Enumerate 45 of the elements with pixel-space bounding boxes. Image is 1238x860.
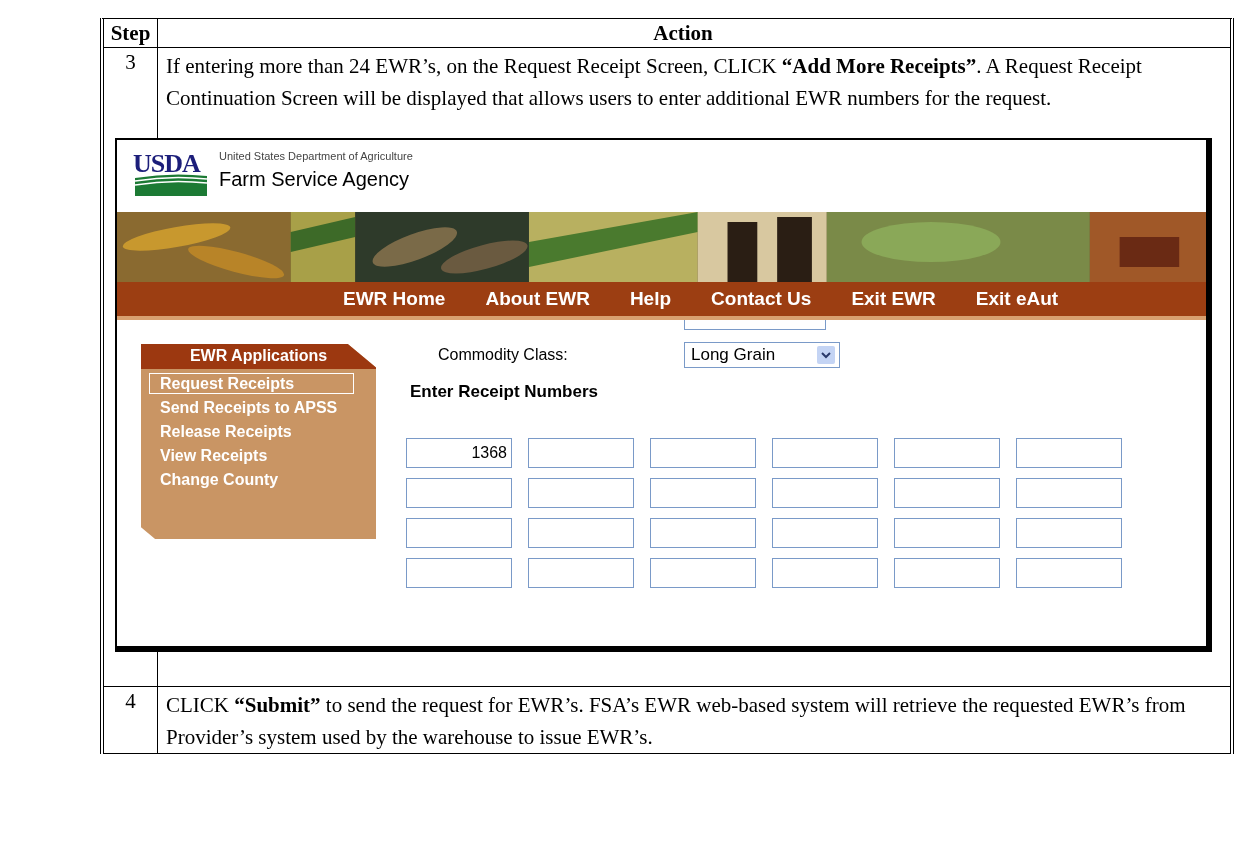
- receipt-number-field[interactable]: [406, 518, 512, 548]
- receipt-number-field[interactable]: [528, 518, 634, 548]
- usda-logo-icon: [133, 174, 209, 196]
- receipt-number-field[interactable]: [1016, 518, 1122, 548]
- agency-name: Farm Service Agency: [219, 168, 411, 191]
- receipt-number-field[interactable]: [650, 558, 756, 588]
- receipt-number-field[interactable]: [650, 478, 756, 508]
- receipt-number-field[interactable]: [894, 438, 1000, 468]
- instruction-text: If entering more than 24 EWR’s, on the Request Receipt Screen, CLICK “Add More Receipts”. A Request Receipt Continuation Screen will be displayed that allows users to enter additional EWR numbers for the request.: [166, 53, 1143, 112]
- step-number: 3: [125, 50, 136, 74]
- receipt-number-field[interactable]: [528, 438, 634, 468]
- receipt-number-field[interactable]: [650, 438, 756, 468]
- receipt-number-field[interactable]: [894, 478, 1000, 508]
- field-label: Commodity Class:: [437, 346, 569, 364]
- commodity-class-dropdown[interactable]: Long Grain: [684, 342, 840, 368]
- receipt-number-field[interactable]: 1368: [406, 438, 512, 468]
- column-header: Step: [110, 21, 151, 45]
- receipt-number-field[interactable]: [528, 478, 634, 508]
- receipt-number-field[interactable]: [1016, 438, 1122, 468]
- nav-link[interactable]: Exit EWR: [851, 288, 936, 310]
- receipt-number-field[interactable]: [894, 558, 1000, 588]
- receipt-number-field[interactable]: [772, 438, 878, 468]
- sidebar-title: EWR Applications: [141, 344, 376, 369]
- department-name: United States Department of Agriculture: [219, 150, 413, 162]
- column-header: Action: [653, 21, 713, 45]
- logo-text: USDA: [133, 150, 202, 178]
- receipt-number-field[interactable]: [406, 478, 512, 508]
- receipt-number-field[interactable]: [528, 558, 634, 588]
- section-title: Enter Receipt Numbers: [410, 382, 599, 402]
- nav-link[interactable]: About EWR: [485, 288, 590, 310]
- nav-link[interactable]: EWR Home: [343, 288, 446, 310]
- instruction-text: CLICK “Submit” to send the request for EWR’s. FSA’s EWR web-based system will retrieve the requested EWR’s from Provider’s system used by the warehouse to issue EWR’s.: [166, 692, 1187, 751]
- receipt-number-field[interactable]: [1016, 478, 1122, 508]
- receipt-number-field[interactable]: [772, 558, 878, 588]
- step-number: 4: [125, 689, 136, 713]
- nav-link[interactable]: Contact Us: [711, 288, 812, 310]
- receipt-number-field[interactable]: [406, 558, 512, 588]
- chevron-down-icon: [817, 346, 835, 364]
- receipt-number-field[interactable]: [650, 518, 756, 548]
- receipt-number-field[interactable]: [894, 518, 1000, 548]
- nav-link[interactable]: Exit eAut: [975, 288, 1059, 310]
- receipt-number-field[interactable]: [772, 478, 878, 508]
- receipt-number-field[interactable]: [772, 518, 878, 548]
- nav-link[interactable]: Help: [629, 288, 672, 310]
- receipt-number-field[interactable]: [1016, 558, 1122, 588]
